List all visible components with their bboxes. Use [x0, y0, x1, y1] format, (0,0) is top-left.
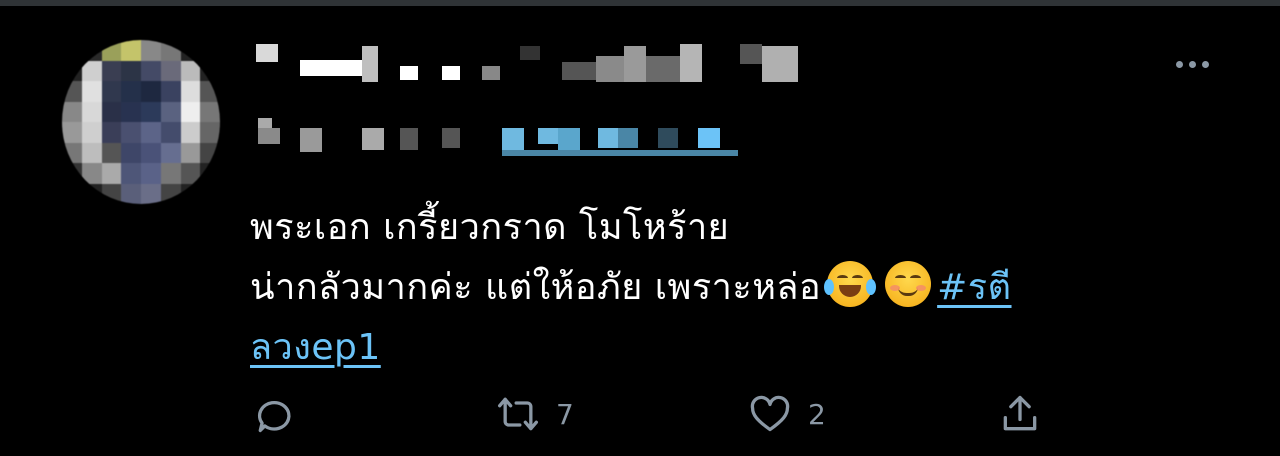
username-redacted[interactable]: [252, 114, 752, 158]
tweet-text: พระเอก เกรี้ยวกราด โมโหร้าย น่ากลัวมากค่…: [250, 198, 1210, 378]
tweet-text-line-3: ลวงep1: [250, 318, 1210, 378]
share-button[interactable]: [998, 392, 1058, 436]
avatar[interactable]: [62, 40, 220, 204]
reply-button[interactable]: [252, 392, 312, 436]
retweet-button[interactable]: 7: [496, 392, 574, 436]
tweet-text-line-1: พระเอก เกรี้ยวกราด โมโหร้าย: [250, 207, 730, 248]
retweet-icon: [498, 397, 538, 431]
tweet-text-line-2: น่ากลัวมากค่ะ แต่ให้อภัย เพราะหล่อ #รตี: [250, 258, 1210, 318]
hashtag-link-continued[interactable]: ลวงep1: [250, 327, 381, 368]
reply-icon: [257, 400, 291, 433]
display-name-redacted[interactable]: [252, 40, 812, 88]
like-button[interactable]: 2: [748, 392, 826, 436]
smiling-face-icon: [885, 261, 932, 307]
like-count: 2: [808, 397, 826, 431]
retweet-count: 7: [556, 397, 574, 431]
face-with-tears-of-joy-icon: [824, 261, 877, 307]
action-bar: 7 2: [248, 392, 1068, 436]
more-options-icon[interactable]: [1168, 50, 1216, 78]
heart-icon: [750, 395, 790, 432]
share-icon: [1003, 395, 1037, 431]
tweet[interactable]: พระเอก เกรี้ยวกราด โมโหร้าย น่ากลัวมากค่…: [0, 6, 1280, 456]
tweet-text-line-2-text: น่ากลัวมากค่ะ แต่ให้อภัย เพราะหล่อ: [250, 267, 822, 308]
hashtag-link[interactable]: #รตี: [937, 267, 1011, 308]
